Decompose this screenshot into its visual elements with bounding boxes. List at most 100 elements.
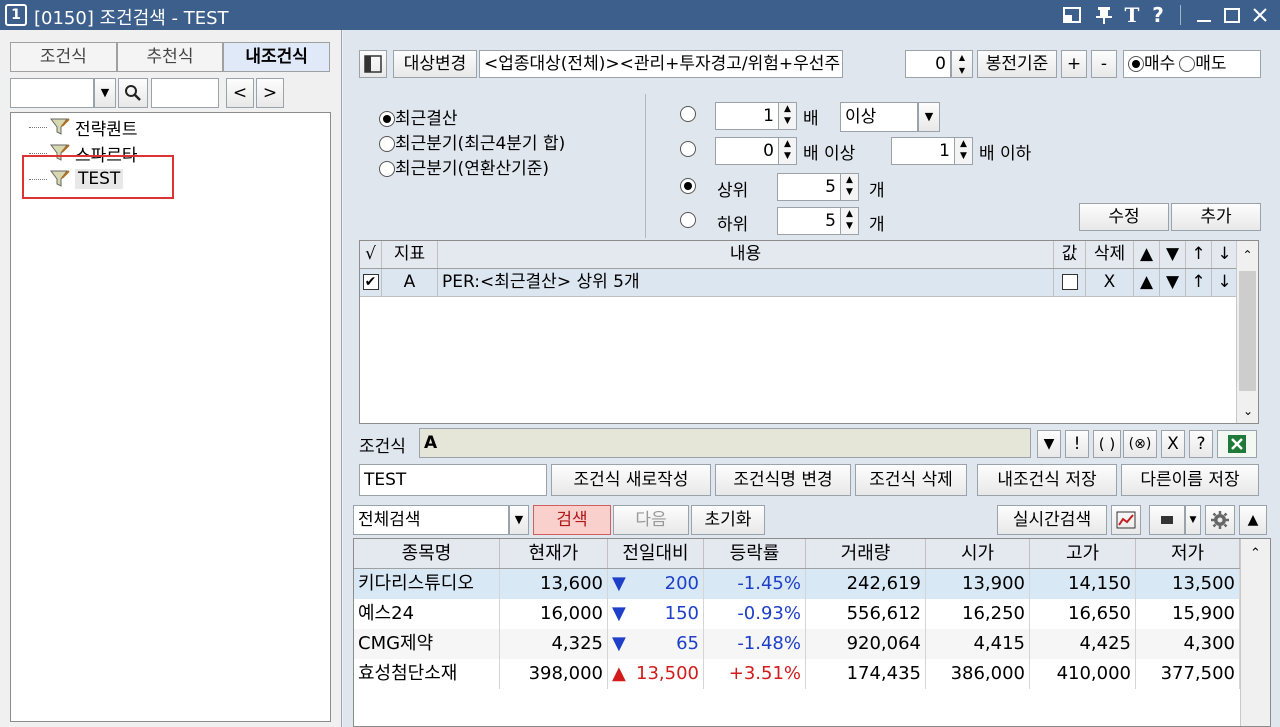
condition-checkbox[interactable]: ✔ [362, 274, 379, 290]
filter-dropdown-button[interactable]: ▼ [94, 78, 116, 108]
option-top-radio[interactable] [680, 176, 696, 196]
range-low-spinner[interactable]: 0 ▲ ▼ [715, 137, 797, 165]
range-low-label: 배 이상 [803, 144, 856, 164]
option-recent-settlement[interactable]: 최근결산 [379, 104, 458, 129]
font-icon[interactable]: T [1120, 3, 1144, 27]
save-my-condition-button[interactable]: 내조건식 저장 [977, 464, 1117, 496]
condition-row[interactable]: ✔ A PER:<최근결산> 상위 5개 X ▲ ▼ ↑ ↓ [360, 269, 1238, 297]
reset-button[interactable]: 초기화 [691, 505, 765, 535]
tree-item-strategy-quant[interactable]: 전략퀀트 [29, 115, 138, 140]
edit-button[interactable]: 수정 [1079, 203, 1169, 231]
condition-grid: √ 지표 내용 값 삭제 ▲ ▼ ↑ ↓ ✔ A PER:<최근결산> 상위 5… [359, 240, 1259, 424]
settings-gear-icon[interactable] [1205, 505, 1235, 535]
delete-condition-formula-button[interactable]: 조건식 삭제 [855, 464, 967, 496]
layout-icon[interactable] [1060, 3, 1084, 27]
maximize-icon[interactable] [1220, 3, 1244, 27]
xor-button[interactable]: (⊗) [1123, 430, 1157, 458]
excel-icon[interactable] [1217, 430, 1257, 458]
save-as-button[interactable]: 다른이름 저장 [1121, 464, 1259, 496]
formula-label: 조건식 [359, 437, 406, 457]
result-change: ▼ 200 [608, 569, 704, 599]
result-row[interactable]: CMG제약 4,325 ▼ 65 -1.48% 920,064 4,415 4,425 4,30… [354, 629, 1240, 659]
top-spinner[interactable]: 5 ▲ ▼ [777, 173, 859, 201]
collapse-up-button[interactable]: ▲ [1239, 505, 1267, 535]
next-arrow-button[interactable]: > [256, 78, 284, 108]
move-down-button[interactable]: ▼ [1160, 269, 1186, 296]
result-volume: 174,435 [806, 659, 926, 689]
top-label: 상위 [717, 181, 749, 201]
prev-arrow-button[interactable]: < [226, 78, 254, 108]
sell-radio[interactable] [1179, 56, 1196, 72]
new-condition-button[interactable]: 조건식 새로작성 [551, 464, 711, 496]
stop-icon[interactable] [1149, 505, 1185, 535]
add-button[interactable]: 추가 [1171, 203, 1261, 231]
result-low: 13,500 [1136, 569, 1240, 599]
option-range-radio[interactable] [680, 139, 696, 159]
option-recent-quarter-sum[interactable]: 최근분기(최근4분기 합) [379, 129, 565, 154]
move-bottom-button[interactable]: ↓ [1212, 269, 1238, 296]
search-mode-select[interactable]: 전체검색 [353, 505, 509, 535]
delete-condition-button[interactable]: X [1086, 269, 1134, 296]
formula-input[interactable]: A [419, 428, 1031, 458]
result-row[interactable]: 예스24 16,000 ▼ 150 -0.93% 556,612 16,250 16,650 1… [354, 599, 1240, 629]
next-page-button[interactable]: 다음 [613, 505, 689, 535]
close-icon[interactable] [1248, 3, 1272, 27]
option-bottom-radio[interactable] [680, 210, 696, 230]
buy-radio[interactable] [1128, 56, 1144, 72]
comparison-select[interactable]: 이상 [840, 102, 918, 132]
formula-dropdown-button[interactable]: ▼ [1037, 430, 1061, 458]
stop-dropdown-button[interactable]: ▼ [1185, 505, 1201, 535]
formula-help-button[interactable]: ? [1189, 430, 1213, 458]
chart-icon[interactable] [1111, 505, 1141, 535]
rename-condition-button[interactable]: 조건식명 변경 [715, 464, 851, 496]
results-grid: 종목명 현재가 전일대비 등락률 거래량 시가 고가 저가 키다리스튜디오 13,… [353, 538, 1271, 727]
tab-recommended[interactable]: 추천식 [116, 42, 224, 72]
move-up-button[interactable]: ▲ [1134, 269, 1160, 296]
candle-offset-spinner[interactable]: ▲ ▼ [951, 50, 973, 78]
result-price: 4,325 [500, 629, 608, 659]
results-scrollbar[interactable]: ⌃ [1240, 539, 1270, 726]
search-button[interactable]: 검색 [533, 505, 611, 535]
search-icon[interactable] [118, 78, 148, 108]
option-multiple-radio[interactable] [680, 104, 696, 124]
window-number-icon[interactable]: 1 [5, 4, 27, 26]
result-row[interactable]: 효성첨단소재 398,000 ▲ 13,500 +3.51% 174,435 386,000… [354, 659, 1240, 689]
result-rate: -0.93% [704, 599, 806, 629]
results-scroll-up-icon[interactable]: ⌃ [1241, 539, 1270, 569]
value-checkbox[interactable] [1061, 274, 1078, 290]
range-high-spinner[interactable]: 1 ▲ ▼ [891, 137, 973, 165]
multiple-spinner[interactable]: 1 ▲ ▼ [715, 102, 797, 130]
result-name: CMG제약 [354, 629, 500, 659]
parentheses-button[interactable]: ( ) [1093, 430, 1121, 458]
result-price: 398,000 [500, 659, 608, 689]
tab-my-conditions[interactable]: 내조건식 [223, 42, 331, 72]
scroll-up-icon[interactable]: ⌃ [1237, 241, 1258, 269]
change-target-button[interactable]: 대상변경 [393, 50, 477, 78]
move-top-button[interactable]: ↑ [1186, 269, 1212, 296]
result-row[interactable]: 키다리스튜디오 13,600 ▼ 200 -1.45% 242,619 13,900 14,1… [354, 569, 1240, 599]
pin-icon[interactable] [1092, 3, 1116, 27]
not-operator-button[interactable]: ! [1065, 430, 1089, 458]
candle-offset-value[interactable]: 0 [905, 50, 951, 78]
panel-toggle-icon[interactable] [359, 50, 387, 78]
buy-sell-toggle: 매수 매도 [1123, 50, 1261, 78]
result-name: 예스24 [354, 599, 500, 629]
tab-conditions[interactable]: 조건식 [10, 42, 117, 72]
minimize-icon[interactable] [1192, 3, 1216, 27]
plus-button[interactable]: + [1061, 50, 1087, 78]
help-icon[interactable]: ? [1146, 3, 1170, 27]
condition-name-input[interactable]: TEST [359, 464, 547, 496]
option-recent-quarter-annual[interactable]: 최근분기(연환산기준) [379, 154, 549, 179]
minus-button[interactable]: - [1091, 50, 1117, 78]
candle-basis-button[interactable]: 봉전기준 [977, 50, 1057, 78]
realtime-search-button[interactable]: 실시간검색 [997, 505, 1107, 535]
scroll-thumb[interactable] [1239, 271, 1256, 391]
search-text-input[interactable] [151, 78, 219, 108]
bottom-spinner[interactable]: 5 ▲ ▼ [777, 207, 859, 235]
clear-formula-button[interactable]: X [1161, 430, 1185, 458]
scroll-down-icon[interactable]: ⌄ [1237, 399, 1259, 423]
comparison-dropdown-button[interactable]: ▼ [918, 102, 940, 132]
search-mode-dropdown-button[interactable]: ▼ [509, 505, 529, 535]
condition-grid-scrollbar[interactable]: ⌃ ⌄ [1236, 241, 1258, 423]
filter-combo[interactable] [10, 78, 94, 108]
